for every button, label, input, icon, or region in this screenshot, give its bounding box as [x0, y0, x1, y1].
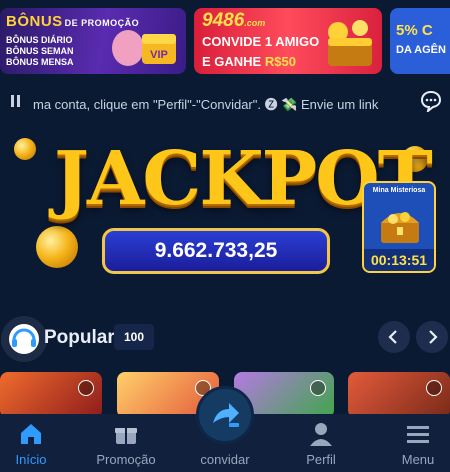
- favorite-star-icon[interactable]: [310, 380, 326, 396]
- invite-friend-banner[interactable]: 9486.com CONVIDE 1 AMIGO E GANHE R$50: [194, 8, 382, 74]
- user-icon: [310, 423, 332, 446]
- vip-chest-illustration: VIP: [112, 30, 176, 66]
- gift-icon: [115, 428, 137, 444]
- mystery-mine-timer: 00:13:51: [364, 249, 434, 271]
- jackpot-title: JACKPOT: [54, 136, 433, 222]
- banner-line1: 5% C: [396, 22, 433, 39]
- menu-icon: [407, 426, 429, 443]
- nav-label: Início: [15, 452, 47, 467]
- customer-support-button[interactable]: [1, 316, 47, 362]
- nav-label: Promoção: [96, 452, 156, 467]
- bonus-promo-banner[interactable]: BÔNUS DE PROMOÇÃO BÔNUS DIÁRIO BÔNUS SEMA…: [0, 8, 186, 74]
- banner-line1: CONVIDE 1 AMIGO: [202, 34, 320, 49]
- carousel-next-button[interactable]: [416, 321, 448, 353]
- announcement-marquee[interactable]: ma conta, clique em "Perfil"-"Convidar".…: [0, 90, 450, 112]
- home-icon: [21, 424, 41, 444]
- section-count-badge: 100: [114, 324, 154, 350]
- svg-text:VIP: VIP: [150, 49, 168, 61]
- nav-label: Perfil: [306, 452, 336, 467]
- favorite-star-icon[interactable]: [426, 380, 442, 396]
- chevron-right-icon: [429, 330, 438, 344]
- carousel-prev-button[interactable]: [378, 321, 410, 353]
- speaker-icon: [11, 95, 20, 107]
- treasure-chest-icon: [381, 212, 419, 243]
- coin-decoration: [36, 226, 78, 268]
- share-icon: [213, 403, 239, 427]
- game-tile[interactable]: [0, 372, 102, 418]
- invite-button[interactable]: [196, 386, 254, 444]
- nav-label: convidar: [200, 452, 250, 467]
- nav-label: Menu: [401, 452, 435, 467]
- nav-home[interactable]: Início: [0, 414, 76, 472]
- mystery-mine-title: Mina Misteriosa: [372, 187, 426, 194]
- coin-decoration: [14, 138, 36, 160]
- banner-lines: BÔNUS DIÁRIO BÔNUS SEMAN BÔNUS MENSA: [6, 35, 74, 67]
- jackpot-value: 9.662.733,25: [102, 228, 330, 274]
- marquee-text: ma conta, clique em "Perfil"-"Convidar".…: [33, 97, 379, 112]
- banner-brand: 9486.com: [202, 10, 266, 31]
- favorite-star-icon[interactable]: [78, 380, 94, 396]
- nav-menu[interactable]: Menu: [373, 414, 450, 472]
- promo-banner-carousel[interactable]: BÔNUS DE PROMOÇÃO BÔNUS DIÁRIO BÔNUS SEMA…: [0, 8, 450, 74]
- mystery-mine-widget[interactable]: Mina Misteriosa 00:13:51: [362, 181, 436, 273]
- agent-commission-banner[interactable]: 5% C DA AGÊN: [390, 8, 450, 74]
- chat-bubble-icon[interactable]: [420, 90, 442, 112]
- banner-line2: E GANHE R$50: [202, 54, 296, 69]
- chevron-left-icon: [388, 330, 397, 344]
- nav-profile[interactable]: Perfil: [276, 414, 366, 472]
- section-title: Popular: [44, 327, 115, 348]
- banner-line2: DA AGÊN: [396, 44, 446, 56]
- headset-icon: [9, 324, 39, 354]
- treasure-chest-icon: [328, 20, 372, 66]
- game-tile[interactable]: [348, 372, 450, 418]
- nav-promotion[interactable]: Promoção: [81, 414, 171, 472]
